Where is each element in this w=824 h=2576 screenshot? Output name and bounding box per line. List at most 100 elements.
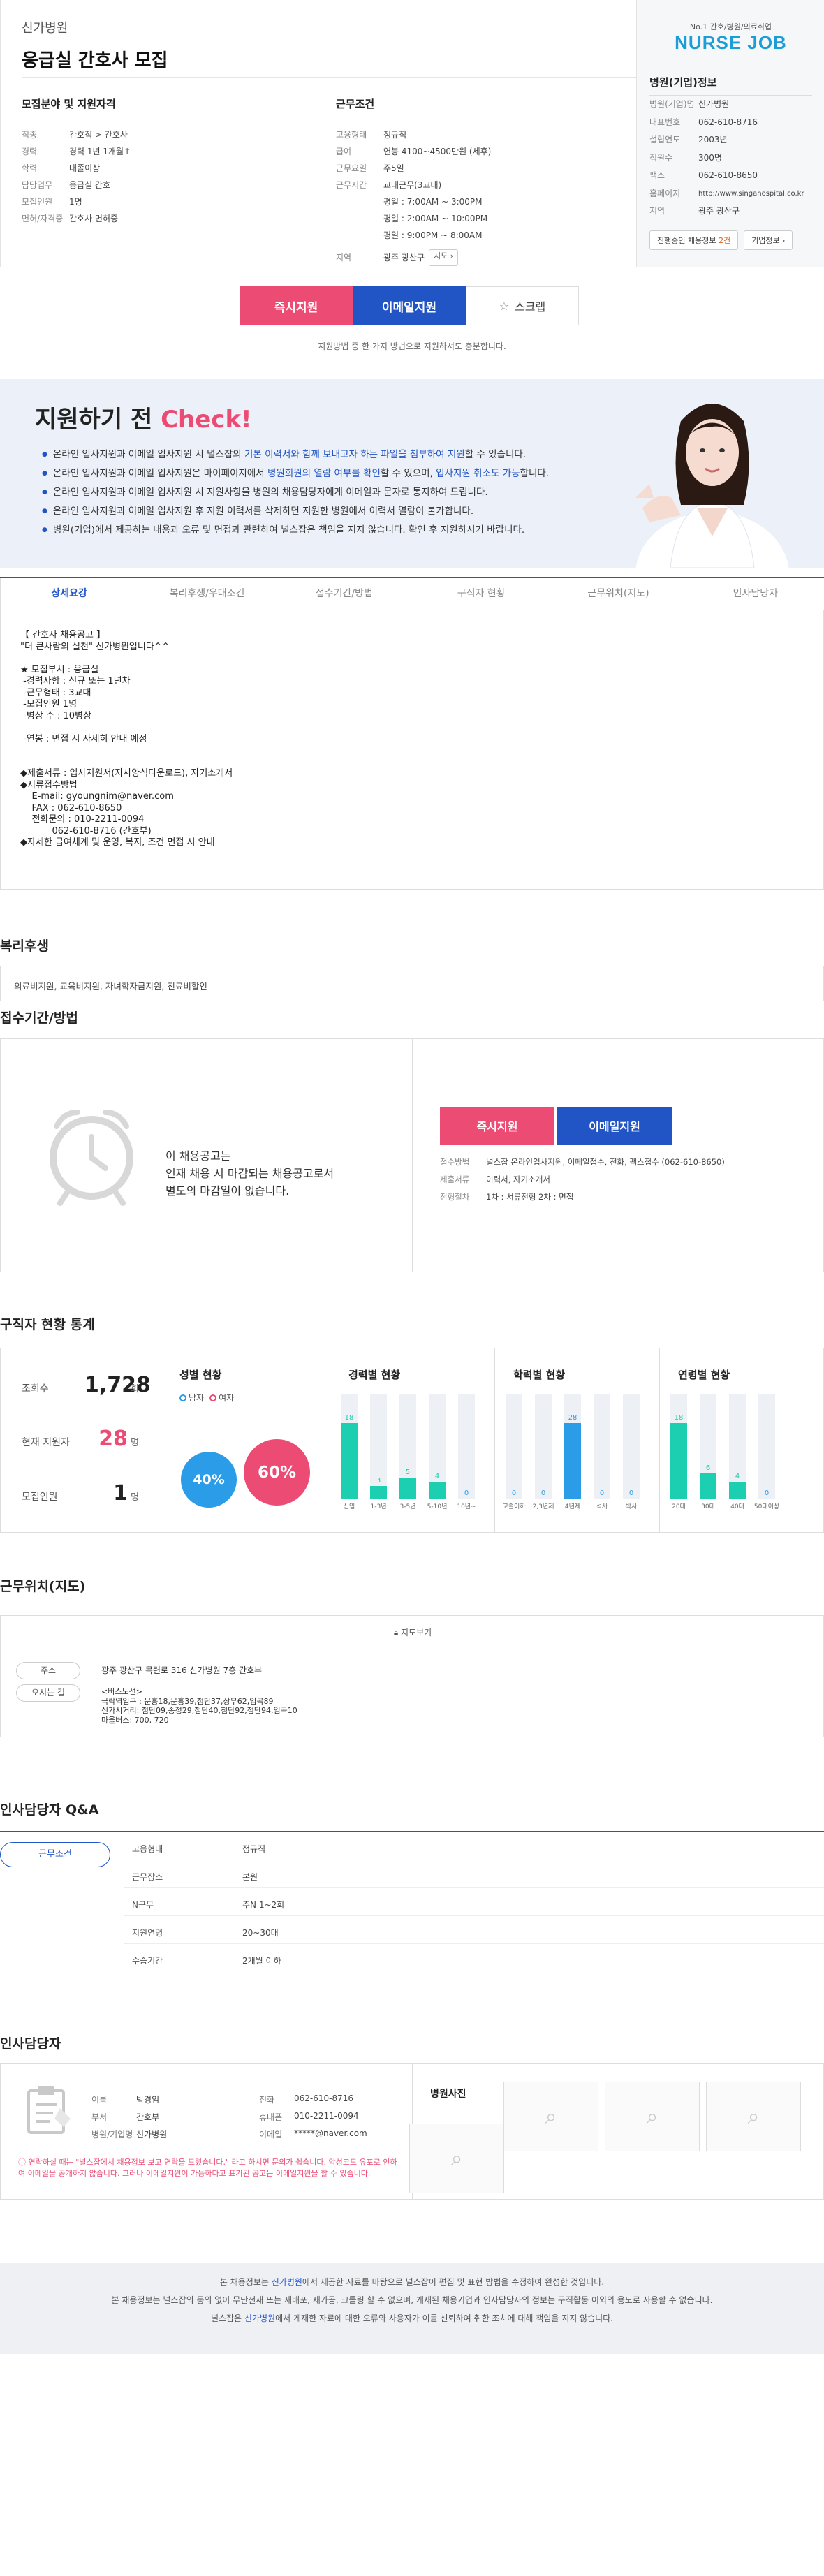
receipt-line: 이 채용공고는	[165, 1149, 231, 1163]
alarm-clock-icon	[50, 1110, 133, 1206]
check-highlight: 병원회원의 열람 여부를 확인	[267, 468, 381, 479]
applicant-count: 현재 지원자 28 명	[22, 1427, 154, 1451]
contact-box: 이름 박경임 부서 간호부 병원/기업명 신가병원 전화 062-610-8716 휴대…	[0, 2063, 824, 2200]
qa-value: 2개월 이하	[242, 1956, 281, 1966]
tab-applicants[interactable]: 구직자 현황	[413, 578, 550, 610]
route-line: 마을버스: 700, 720	[101, 1715, 169, 1725]
photo-placeholder[interactable]: ⌕	[409, 2124, 504, 2193]
info-label: 지역	[649, 206, 665, 216]
apply-note: 지원방법 중 한 가지 방법으로 지원하셔도 충분합니다.	[318, 341, 506, 351]
count-unit: 명	[131, 1438, 139, 1448]
contact-value: 010-2211-0094	[294, 2111, 359, 2121]
contact-name-row: 이름 박경임	[91, 2093, 159, 2105]
bar	[729, 1482, 746, 1499]
tab-welfare[interactable]: 복리후생/우대조건	[138, 578, 275, 610]
address-pill: 주소	[16, 1662, 80, 1679]
star-icon: ☆	[499, 299, 510, 313]
cond-value: 주5일	[383, 163, 404, 173]
check-text: 온라인 입사지원과 이메일 입사지원 후 지원 이력서를 삭제하면 지원한 병원…	[52, 506, 474, 517]
footer-hospital-link[interactable]: 신가병원	[244, 2313, 275, 2323]
nursejob-logo[interactable]: No.1 간호/병원/의료취업 NURSE JOB	[649, 21, 812, 54]
route-line: 신가시거리: 첨단09,송정29,첨단40,첨단92,첨단94,임곡10	[101, 1706, 297, 1715]
male-percent-circle: 40%	[181, 1452, 237, 1508]
job-title: 응급실 간호사 모집	[22, 50, 168, 71]
open-jobs-button[interactable]: 진행중인 채용정보 2건	[649, 230, 739, 250]
open-jobs-count: 2건	[718, 235, 731, 245]
contact-tel-row: 전화 062-610-8716	[259, 2093, 353, 2105]
check-text: 합니다.	[520, 468, 550, 479]
homepage-link[interactable]: http://www.singahospital.co.kr	[698, 185, 804, 203]
company-info-button[interactable]: 기업정보 ›	[744, 230, 793, 250]
check-title-b: Check!	[161, 406, 252, 434]
instant-apply-button-2[interactable]: 즉시지원	[440, 1107, 554, 1145]
qa-tab-conditions[interactable]: 근무조건	[0, 1842, 110, 1867]
receipt-label: 전형절차	[440, 1192, 470, 1202]
category-label: 40대	[730, 1503, 744, 1510]
receipt-apply-buttons: 즉시지원 이메일지원	[440, 1107, 672, 1145]
warning-text: 연락하실 때는 "널스잡에서 채용정보 보고 연락을 드렸습니다." 라고 하시…	[18, 2158, 397, 2178]
contact-value: 신가병원	[136, 2130, 168, 2140]
photo-placeholder[interactable]: ⌕	[706, 2082, 801, 2151]
bar-value-label: 0	[541, 1489, 545, 1497]
photo-heading: 병원사진	[430, 2089, 466, 2100]
instant-apply-button[interactable]: 즉시지원	[240, 286, 353, 325]
category-label: 박사	[626, 1503, 638, 1510]
map-view-label: 지도보기	[401, 1628, 432, 1637]
category-label: 신입	[344, 1502, 355, 1510]
tab-details[interactable]: 상세요강	[0, 578, 139, 610]
category-label: 4년제	[565, 1503, 580, 1510]
career-title: 경력별 현황	[348, 1369, 401, 1381]
view-count: 조회수 1,728 회	[22, 1373, 154, 1397]
map-button[interactable]: 지도 ›	[429, 249, 459, 266]
qa-row: N근무 주N 1~2회	[124, 1894, 824, 1916]
count-unit: 회	[131, 1384, 139, 1394]
category-label: 50대이상	[754, 1503, 779, 1510]
recruit-label: 직종	[22, 130, 38, 140]
check-list: 온라인 입사지원과 이메일 입사지원 시 널스잡의 기본 이력서와 함께 보내고…	[42, 446, 549, 540]
tab-receipt[interactable]: 접수기간/방법	[276, 578, 413, 610]
bar	[429, 1482, 446, 1499]
receipt-label: 제출서류	[440, 1175, 470, 1184]
photo-placeholder[interactable]: ⌕	[503, 2082, 598, 2151]
tab-location[interactable]: 근무위치(지도)	[550, 578, 686, 610]
contact-heading: 인사담당자	[0, 2036, 61, 2052]
contact-label: 휴대폰	[259, 2112, 283, 2122]
tab-contact[interactable]: 인사담당자	[687, 578, 824, 610]
female-legend-dot	[209, 1394, 217, 1401]
age-column: 연령별 현황 18 20대 6 30대 4 40대 0 50대이상	[660, 1348, 824, 1532]
check-item: 온라인 입사지원과 이메일 입사지원 후 지원 이력서를 삭제하면 지원한 병원…	[42, 502, 549, 521]
qa-label: 고용형태	[132, 1844, 163, 1854]
email-apply-button-2[interactable]: 이메일지원	[557, 1107, 672, 1145]
education-title: 학력별 현황	[513, 1369, 566, 1381]
check-text: 할 수 있으며,	[380, 468, 436, 479]
check-title-a: 지원하기 전	[35, 406, 161, 434]
bar	[670, 1423, 687, 1499]
cond-label: 근무시간	[336, 180, 367, 190]
check-text: 병원(기업)에서 제공하는 내용과 오류 및 면접과 관련하여 널스잡은 책임을…	[52, 524, 525, 536]
contact-label: 병원/기업명	[91, 2130, 133, 2140]
clipboard-icon	[27, 2086, 71, 2134]
photo-placeholder[interactable]: ⌕	[605, 2082, 700, 2151]
bar-value-label: 0	[629, 1489, 633, 1497]
contact-label: 전화	[259, 2095, 275, 2105]
info-label: 병원(기업)명	[649, 99, 695, 109]
disclaimer-line: 널스잡은 신가병원에서 게재한 자료에 대한 오류와 사용자가 이를 신뢰하여 …	[0, 2309, 824, 2327]
age-chart: 18 20대 6 30대 4 40대 0 50대이상	[670, 1394, 779, 1510]
footer-hospital-link[interactable]: 신가병원	[272, 2277, 302, 2287]
receipt-heading: 접수기간/방법	[0, 1010, 78, 1026]
camera-icon: ⌕	[747, 2105, 760, 2129]
cond-time: 교대근무(3교대)	[383, 180, 442, 190]
route-line: <버스노선>	[101, 1687, 142, 1696]
bar-value-label: 0	[512, 1489, 516, 1497]
scrap-button[interactable]: ☆ 스크랩	[466, 286, 579, 325]
map-view-button[interactable]: 🔒︎ 지도보기	[1, 1626, 824, 1638]
cond-label: 지역	[336, 253, 352, 263]
receipt-value: 1차 : 서류전형 2차 : 면접	[486, 1192, 574, 1202]
recruit-value: 1명	[69, 197, 82, 207]
count-label: 조회수	[22, 1383, 49, 1394]
qa-label: 지원연령	[132, 1928, 163, 1938]
receipt-label: 접수방법	[440, 1157, 470, 1167]
hospital-name[interactable]: 신가병원	[22, 18, 615, 36]
logo-tagline: No.1 간호/병원/의료취업	[689, 22, 772, 31]
email-apply-button[interactable]: 이메일지원	[353, 286, 466, 325]
